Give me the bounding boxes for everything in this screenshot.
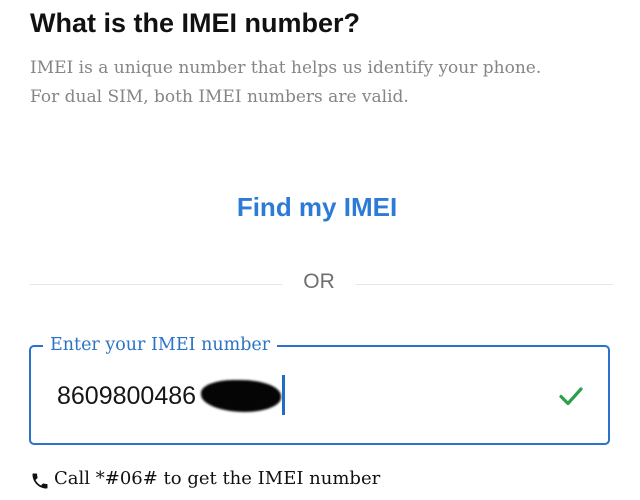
divider-line-left	[30, 284, 282, 285]
or-divider: OR	[30, 270, 613, 298]
find-my-imei-link[interactable]: Find my IMEI	[0, 192, 634, 223]
description: IMEI is a unique number that helps us id…	[30, 54, 610, 112]
page-title: What is the IMEI number?	[30, 8, 361, 38]
imei-input-field[interactable]: Enter your IMEI number 8609800486	[29, 332, 610, 445]
imei-field-label: Enter your IMEI number	[43, 332, 278, 358]
description-line-2: For dual SIM, both IMEI numbers are vali…	[30, 87, 409, 107]
dial-hint: Call *#06# to get the IMEI number	[30, 463, 380, 493]
phone-icon	[32, 473, 48, 489]
imei-input-value[interactable]: 8609800486	[57, 376, 196, 416]
redaction-mark	[201, 380, 281, 412]
divider-line-right	[356, 284, 613, 285]
imei-page: What is the IMEI number? IMEI is a uniqu…	[0, 0, 640, 500]
or-label: OR	[303, 270, 335, 293]
check-icon	[559, 387, 583, 406]
dial-hint-text: Call *#06# to get the IMEI number	[54, 467, 381, 489]
text-cursor	[282, 375, 285, 415]
description-line-1: IMEI is a unique number that helps us id…	[30, 58, 542, 78]
